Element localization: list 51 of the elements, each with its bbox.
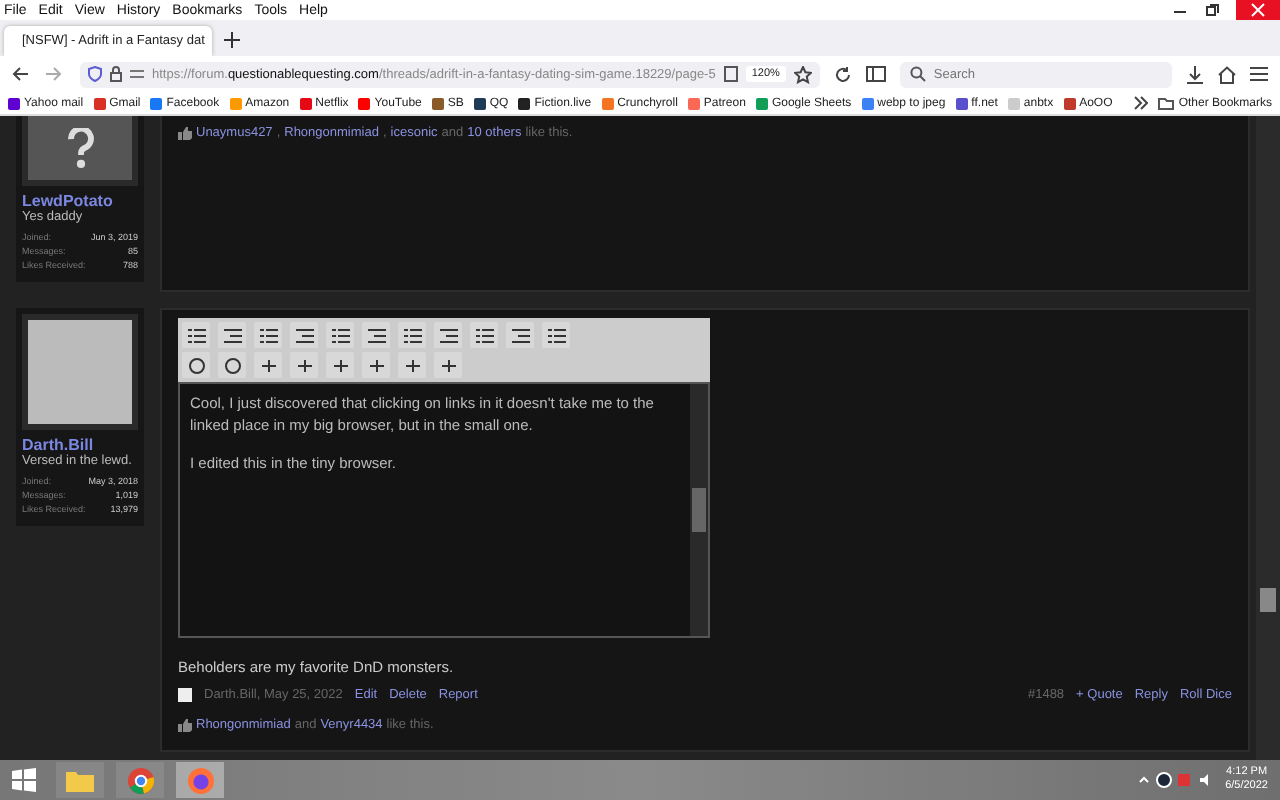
chevron-icon[interactable] <box>1134 96 1149 110</box>
browser-icon <box>127 767 153 793</box>
toolbar-button[interactable] <box>218 322 246 348</box>
editor-scrollbar[interactable] <box>690 384 708 636</box>
toolbar-button[interactable] <box>218 352 246 378</box>
toolbar-button[interactable] <box>362 322 390 348</box>
toolbar-button[interactable] <box>254 352 282 378</box>
select-checkbox[interactable] <box>178 688 192 702</box>
sidebar-icon[interactable] <box>865 66 886 82</box>
folder-icon <box>66 768 94 792</box>
toolbar-button[interactable] <box>470 322 498 348</box>
toolbar-button[interactable] <box>326 322 354 348</box>
toolbar-button[interactable] <box>254 322 282 348</box>
toolbar-button[interactable] <box>290 352 318 378</box>
page-scrollbar[interactable] <box>1256 116 1280 760</box>
toolbar-button[interactable] <box>434 352 462 378</box>
reload-icon[interactable] <box>833 65 852 83</box>
toolbar-button[interactable] <box>362 352 390 378</box>
back-arrow-icon[interactable] <box>12 66 30 82</box>
toolbar-button[interactable] <box>326 352 354 378</box>
new-tab-icon[interactable] <box>224 32 240 48</box>
star-icon[interactable] <box>793 65 812 83</box>
shield-icon <box>88 66 102 82</box>
menu-icon[interactable] <box>1250 66 1268 82</box>
taskbar-app[interactable] <box>176 762 224 798</box>
toolbar-button[interactable] <box>506 322 534 348</box>
folder-icon <box>1158 96 1175 110</box>
thumbs-up-icon <box>178 718 192 732</box>
toolbar-button[interactable] <box>398 322 426 348</box>
toolbar-button[interactable] <box>290 322 318 348</box>
close-icon[interactable] <box>1236 0 1280 20</box>
restore-icon[interactable] <box>1204 2 1220 18</box>
thumbs-up-icon <box>178 126 192 140</box>
taskbar-app[interactable] <box>116 762 164 798</box>
bullet-list-icon <box>187 327 205 343</box>
toolbar-button[interactable] <box>182 322 210 348</box>
home-icon[interactable] <box>1218 65 1236 83</box>
username-link[interactable]: Darth.Bill <box>22 436 138 454</box>
lock-icon <box>110 66 122 82</box>
username-link[interactable]: LewdPotato <box>22 192 138 210</box>
toolbar-button[interactable] <box>398 352 426 378</box>
toolbar-button[interactable] <box>434 322 462 348</box>
browser-icon <box>187 767 213 793</box>
toolbar-button[interactable] <box>182 352 210 378</box>
question-mark-icon <box>67 128 93 168</box>
avatar-placeholder[interactable] <box>22 314 138 430</box>
windows-start-icon[interactable] <box>12 768 36 792</box>
download-icon[interactable] <box>1186 65 1204 83</box>
search-icon <box>909 66 926 82</box>
toolbar-button[interactable] <box>542 322 570 348</box>
tray-icons[interactable] <box>1137 772 1214 788</box>
